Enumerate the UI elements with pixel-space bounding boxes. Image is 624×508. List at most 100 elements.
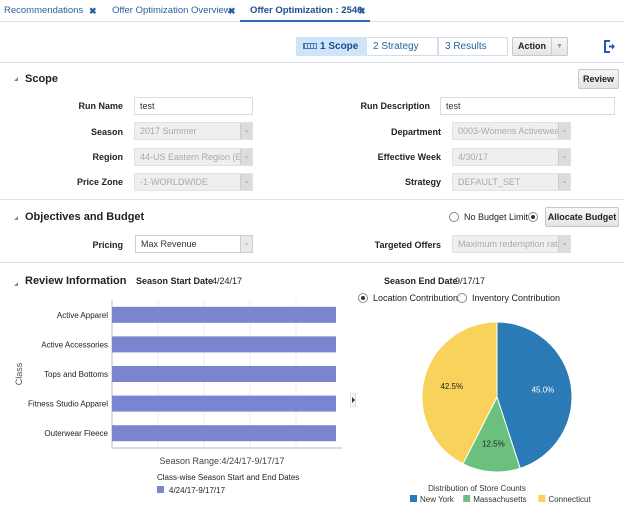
allocate-budget-radio[interactable] [528, 212, 538, 222]
train-step-strategy[interactable]: 2 Strategy [366, 37, 438, 56]
train-step-label: 3 Results [445, 41, 487, 52]
bar [112, 336, 336, 353]
close-icon[interactable]: ✖ [89, 0, 97, 22]
targeted-offers-label: Targeted Offers [374, 240, 441, 250]
collapse-icon[interactable] [14, 216, 18, 220]
price-zone-label: Price Zone [76, 177, 123, 187]
department-label: Department [390, 127, 441, 137]
exit-icon[interactable] [604, 40, 615, 53]
targeted-offers-select[interactable]: Maximum redemption rate ⌄ [452, 235, 571, 253]
slice-label: 42.5% [440, 382, 463, 391]
bar [112, 425, 336, 442]
collapse-icon[interactable] [14, 77, 18, 81]
legend-swatch [410, 495, 417, 502]
tab-label: Offer Optimization : 2540 [250, 5, 363, 16]
chevron-down-icon: ⌄ [240, 174, 252, 190]
chevron-down-icon: ⌄ [240, 123, 252, 139]
strategy-select[interactable]: DEFAULT_SET ⌄ [452, 173, 571, 191]
chevron-down-icon: ⌄ [558, 236, 570, 252]
strategy-label: Strategy [404, 177, 441, 187]
department-select[interactable]: 0003-Womens Activewear ⌄ [452, 122, 571, 140]
season-end-value: 9/17/17 [455, 276, 486, 286]
train-step-scope[interactable]: 1 Scope [296, 37, 366, 56]
class-season-bar-chart: Active Apparel Active Accessories Tops and… [14, 300, 342, 495]
divider [0, 62, 624, 63]
slice-label: 45.0% [532, 386, 555, 395]
region-value: 44-US Eastern Region (Et [140, 152, 245, 162]
action-label: Action [518, 41, 546, 51]
close-icon[interactable]: ✖ [228, 0, 236, 22]
department-value: 0003-Womens Activewear [458, 126, 563, 136]
tab-label: Offer Optimization Overview [112, 5, 231, 16]
review-label: Review [582, 74, 615, 84]
review-button[interactable]: Review [578, 69, 619, 89]
divider [0, 199, 624, 200]
effective-week-value: 4/30/17 [458, 152, 489, 162]
legend-title: Class-wise Season Start and End Dates [157, 473, 299, 482]
legend-swatch [463, 495, 471, 502]
category-label: Active Accessories [41, 340, 108, 349]
tab-offer-optimization-2540[interactable]: Offer Optimization : 2540 ✖ [240, 0, 370, 22]
objectives-title: Objectives and Budget [25, 211, 145, 223]
no-budget-label: No Budget Limit [464, 212, 529, 222]
expand-handle[interactable] [350, 393, 356, 407]
chevron-down-icon: ⌄ [240, 149, 252, 165]
bar [112, 366, 336, 382]
region-select[interactable]: 44-US Eastern Region (Et ⌄ [134, 148, 253, 166]
store-distribution-pie-chart: 45.0% 12.5% 42.5% Distribution of Store Cou… [410, 321, 591, 504]
allocate-budget-label: Allocate Budget [547, 212, 617, 222]
review-title: Review Information [25, 275, 127, 287]
season-start-label: Season Start Date [136, 276, 214, 286]
season-value: 2017 Summer [140, 126, 197, 136]
pricing-select[interactable]: Max Revenue ⌄ [135, 235, 253, 253]
pie-title: Distribution of Store Counts [428, 484, 526, 493]
chevron-down-icon: ⌄ [558, 123, 570, 139]
legend-label: 4/24/17-9/17/17 [169, 486, 226, 495]
season-end-label: Season End Date [384, 276, 458, 286]
legend-label: Massachusetts [473, 495, 526, 504]
run-description-input[interactable]: test [440, 97, 615, 115]
chevron-down-icon: ⌄ [558, 149, 570, 165]
legend-swatch [538, 495, 546, 502]
train-step-results[interactable]: 3 Results [438, 37, 508, 56]
effective-week-select[interactable]: 4/30/17 ⌄ [452, 148, 571, 166]
price-zone-select[interactable]: -1-WORLDWIDE ⌄ [134, 173, 253, 191]
category-label: Tops and Bottoms [44, 370, 108, 379]
run-name-input[interactable]: test [134, 97, 253, 115]
tab-label: Recommendations [4, 5, 84, 16]
tab-recommendations[interactable]: Recommendations ✖ [4, 0, 114, 22]
scope-title: Scope [25, 73, 59, 85]
chevron-down-icon: ⌄ [558, 174, 570, 190]
y-axis-label: Class [14, 362, 24, 385]
category-label: Outerwear Fleece [44, 429, 108, 438]
train-step-label: 1 Scope [320, 41, 359, 52]
no-budget-radio[interactable] [449, 212, 459, 222]
price-zone-value: -1-WORLDWIDE [140, 177, 208, 187]
tab-offer-optimization-overview[interactable]: Offer Optimization Overview ✖ [112, 0, 247, 22]
category-label: Active Apparel [57, 311, 108, 320]
bar [112, 306, 336, 323]
bar [112, 395, 336, 412]
pricing-label: Pricing [92, 240, 123, 250]
collapse-icon[interactable] [14, 282, 18, 286]
region-label: Region [92, 152, 124, 162]
allocate-budget-button[interactable]: Allocate Budget [545, 207, 619, 227]
legend-label: Connecticut [548, 495, 591, 504]
chevron-down-icon: ▼ [551, 38, 567, 55]
slice-label: 12.5% [482, 439, 505, 448]
caret-right-icon [352, 397, 355, 403]
strategy-value: DEFAULT_SET [458, 177, 521, 187]
effective-week-label: Effective Week [377, 152, 441, 162]
x-axis-label: Season Range:4/24/17-9/17/17 [159, 456, 284, 466]
tab-bar: Recommendations ✖ Offer Optimization Ove… [0, 0, 624, 22]
action-button[interactable]: Action ▼ [512, 37, 568, 56]
train-step-label: 2 Strategy [373, 41, 419, 52]
season-start-value: 4/24/17 [212, 276, 243, 286]
chevron-down-icon: ⌄ [240, 236, 252, 252]
close-icon[interactable]: ✖ [358, 0, 366, 22]
pricing-value: Max Revenue [141, 239, 197, 249]
train-step-icon [303, 43, 317, 50]
run-description-label: Run Description [360, 101, 430, 111]
season-select[interactable]: 2017 Summer ⌄ [134, 122, 253, 140]
season-label: Season [90, 127, 123, 137]
